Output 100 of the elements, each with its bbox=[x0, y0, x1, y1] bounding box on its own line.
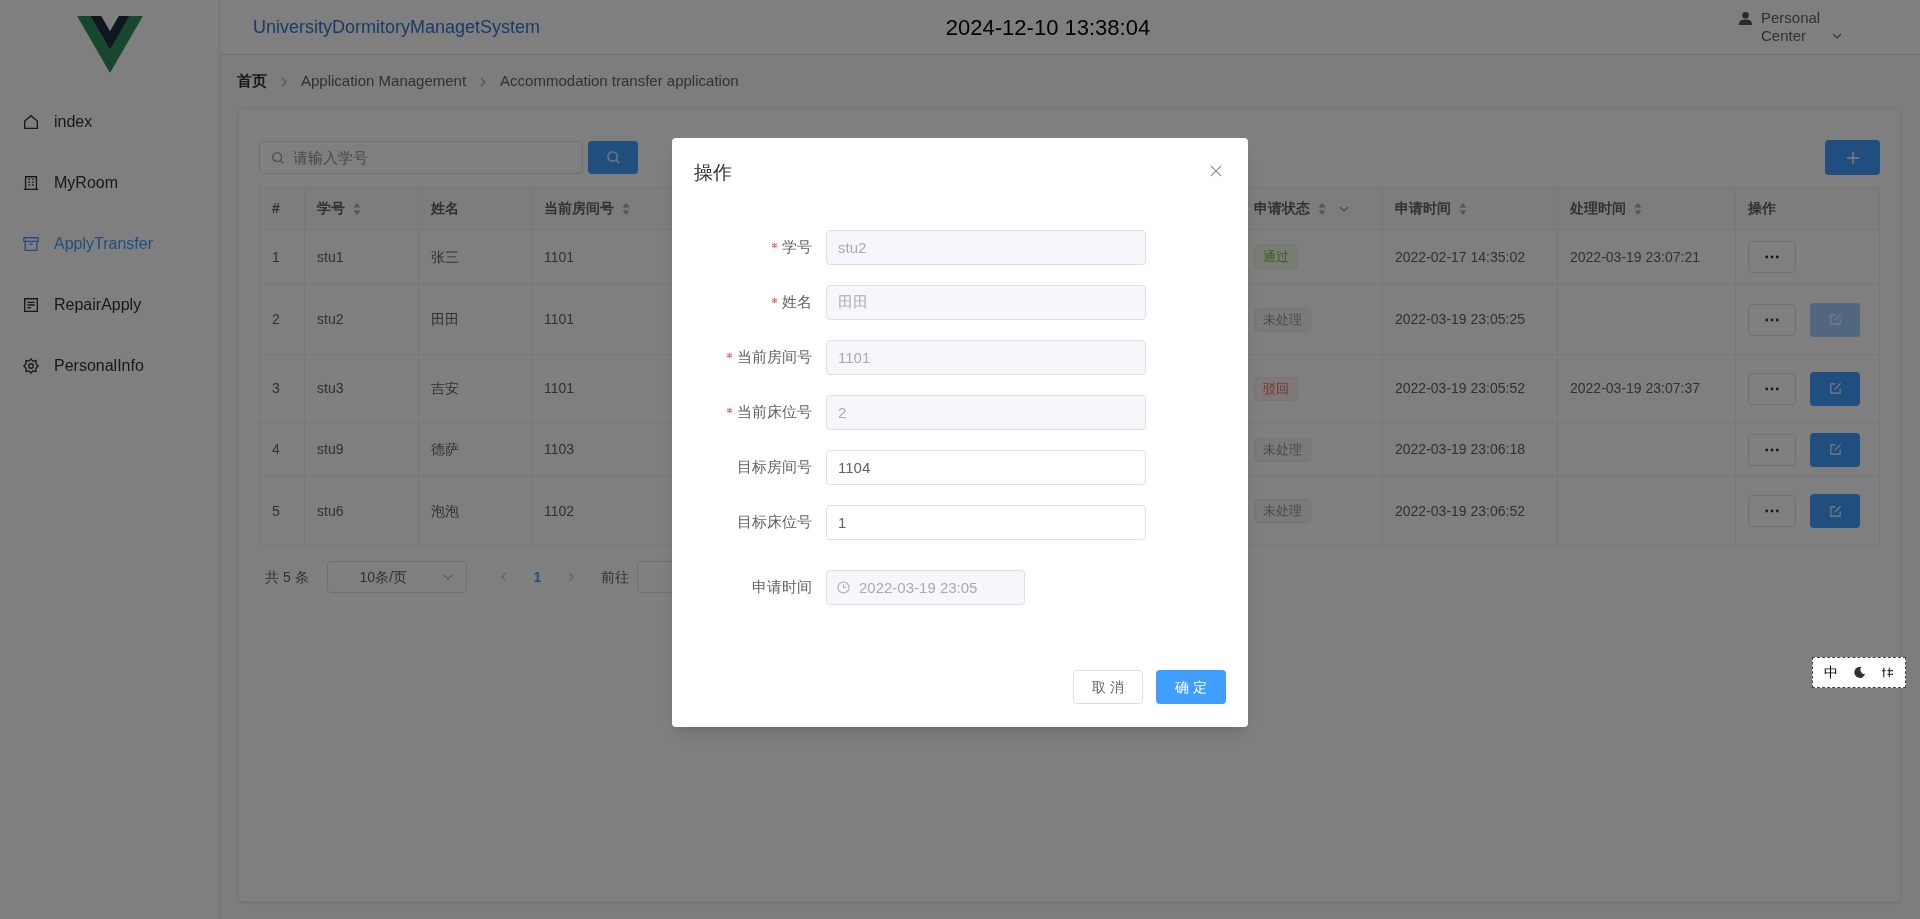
table-cell: 4 bbox=[272, 441, 280, 457]
table-cell: 2022-03-19 23:05:52 bbox=[1395, 380, 1525, 396]
page-size-select[interactable]: 10条/页 bbox=[326, 561, 467, 593]
goto-label: 前往 bbox=[601, 567, 630, 587]
cancel-button[interactable]: 取 消 bbox=[1073, 670, 1143, 704]
sort-icon[interactable] bbox=[353, 201, 361, 216]
table-cell: stu3 bbox=[317, 380, 344, 396]
column-header: 姓名 bbox=[431, 199, 459, 218]
ellipsis-icon bbox=[1765, 255, 1779, 259]
user-menu-button[interactable]: Personal Center bbox=[1761, 9, 1843, 45]
table-cell: 德萨 bbox=[431, 441, 459, 457]
ime-mode-text[interactable]: 中 bbox=[1824, 662, 1839, 683]
more-button[interactable] bbox=[1748, 495, 1796, 527]
ellipsis-icon bbox=[1765, 386, 1779, 391]
clock-text: 2024-12-10 13:38:04 bbox=[945, 13, 1151, 42]
breadcrumb-link[interactable]: Accommodation transfer application bbox=[500, 70, 739, 93]
edit-icon bbox=[1828, 504, 1842, 518]
add-button[interactable] bbox=[1825, 140, 1880, 175]
table-cell: 2022-03-19 23:06:52 bbox=[1395, 502, 1525, 519]
more-button[interactable] bbox=[1748, 241, 1796, 273]
table-cell: 5 bbox=[272, 502, 280, 519]
column-header: # bbox=[272, 199, 280, 218]
sidebar-item[interactable]: index bbox=[0, 91, 219, 152]
table-cell: stu2 bbox=[317, 311, 344, 327]
input-field: stu2 bbox=[826, 230, 1146, 265]
date-time-field: 2022-03-19 23:05 bbox=[826, 570, 1025, 605]
sidebar-item[interactable]: PersonalInfo bbox=[0, 335, 219, 396]
table-cell: 1103 bbox=[544, 441, 575, 457]
table-cell: 1101 bbox=[544, 248, 575, 265]
input-field: 1101 bbox=[826, 340, 1146, 375]
table-cell: 1102 bbox=[544, 502, 575, 519]
sidebar-item[interactable]: MyRoom bbox=[0, 152, 219, 213]
table-cell: stu1 bbox=[317, 248, 344, 265]
column-header: 申请时间 bbox=[1395, 199, 1451, 218]
moon-icon[interactable] bbox=[1853, 666, 1866, 679]
edit-icon bbox=[1828, 443, 1842, 456]
edit-button[interactable] bbox=[1810, 432, 1860, 467]
input-field: 田田 bbox=[826, 285, 1146, 320]
table-cell: 田田 bbox=[431, 311, 459, 327]
app-title: UniversityDormitoryManagetSystem bbox=[253, 15, 541, 39]
status-tag: 通过 bbox=[1254, 245, 1298, 269]
field-label: 目标床位号 bbox=[737, 512, 812, 533]
confirm-button[interactable]: 确 定 bbox=[1156, 670, 1226, 704]
sort-icon[interactable] bbox=[622, 201, 630, 216]
search-button[interactable] bbox=[588, 141, 638, 174]
breadcrumb-link[interactable]: 首页 bbox=[237, 70, 267, 93]
dialog-title: 操作 bbox=[694, 160, 732, 185]
status-tag: 驳回 bbox=[1254, 376, 1298, 401]
user-icon bbox=[1738, 11, 1753, 26]
chevron-right-icon bbox=[279, 76, 289, 87]
edit-button[interactable] bbox=[1810, 494, 1860, 528]
table-cell: 泡泡 bbox=[431, 502, 459, 519]
column-header: 学号 bbox=[317, 199, 345, 218]
table-cell: 张三 bbox=[431, 248, 459, 265]
close-icon bbox=[1210, 165, 1222, 177]
archive-box-icon bbox=[22, 234, 40, 253]
table-cell: 3 bbox=[272, 380, 280, 396]
breadcrumb-link[interactable]: Application Management bbox=[301, 70, 467, 93]
table-cell: 2022-02-17 14:35:02 bbox=[1395, 248, 1525, 265]
input-field[interactable]: 1104 bbox=[826, 450, 1146, 485]
field-label: 当前房间号 bbox=[737, 347, 812, 368]
field-label: 学号 bbox=[782, 237, 812, 258]
input-field[interactable]: 1 bbox=[826, 505, 1146, 540]
table-cell: 吉安 bbox=[431, 380, 459, 396]
sort-icon[interactable] bbox=[1318, 201, 1326, 216]
table-cell: 2022-03-19 23:06:18 bbox=[1395, 441, 1525, 457]
column-header: 处理时间 bbox=[1570, 199, 1626, 218]
more-button[interactable] bbox=[1748, 372, 1796, 405]
input-field: 2 bbox=[826, 395, 1146, 430]
column-header: 操作 bbox=[1748, 199, 1776, 218]
logo-icon bbox=[75, 16, 144, 73]
form-icon bbox=[22, 295, 40, 314]
building-icon bbox=[22, 173, 40, 192]
settings-icon bbox=[22, 356, 40, 375]
field-label: 姓名 bbox=[782, 292, 812, 313]
search-icon bbox=[605, 150, 621, 165]
ellipsis-icon bbox=[1765, 447, 1779, 452]
table-cell: 1101 bbox=[544, 380, 575, 396]
clock-icon bbox=[837, 581, 850, 594]
edit-button[interactable] bbox=[1810, 371, 1860, 406]
more-button[interactable] bbox=[1748, 433, 1796, 466]
sidebar-item[interactable]: RepairApply bbox=[0, 274, 219, 335]
table-cell: 2022-03-19 23:05:25 bbox=[1395, 311, 1525, 327]
table-cell: 2022-03-19 23:07:21 bbox=[1570, 248, 1700, 265]
table-cell: 1 bbox=[272, 248, 280, 265]
ellipsis-icon bbox=[1765, 317, 1779, 322]
table-cell: 2 bbox=[272, 311, 280, 327]
field-label: 当前床位号 bbox=[737, 402, 812, 423]
table-cell: 2022-03-19 23:07:37 bbox=[1570, 380, 1700, 396]
plus-icon bbox=[1845, 150, 1860, 165]
table-cell: stu9 bbox=[317, 441, 344, 457]
column-header: 当前房间号 bbox=[544, 199, 614, 218]
symbol-icon[interactable] bbox=[1880, 666, 1894, 679]
table-cell: stu6 bbox=[317, 502, 344, 519]
ellipsis-icon bbox=[1765, 509, 1779, 513]
search-icon bbox=[271, 151, 285, 165]
field-label: 申请时间 bbox=[752, 577, 812, 598]
more-button[interactable] bbox=[1748, 303, 1796, 336]
sort-icon[interactable] bbox=[1459, 201, 1467, 216]
sort-icon[interactable] bbox=[1634, 201, 1642, 216]
